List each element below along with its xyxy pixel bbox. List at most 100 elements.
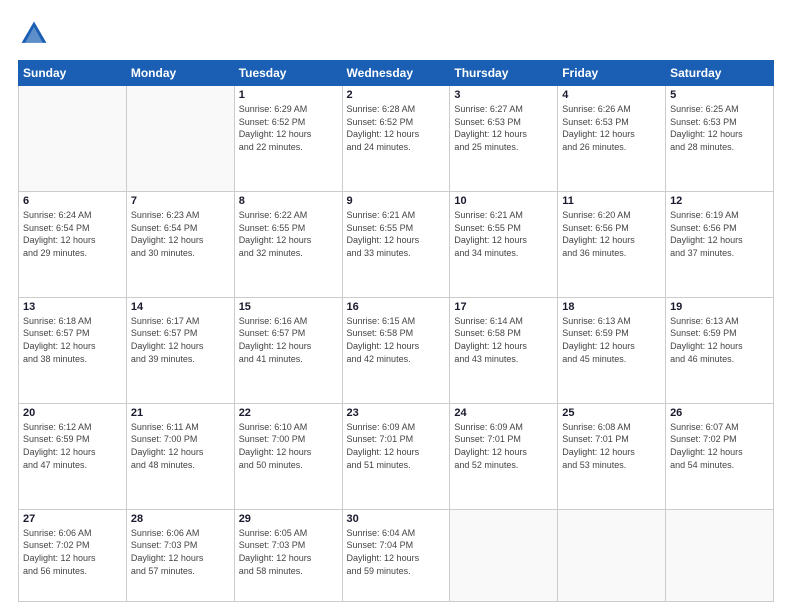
calendar-day-header: Tuesday	[234, 61, 342, 86]
calendar-cell: 9 Sunrise: 6:21 AM Sunset: 6:55 PM Daylig…	[342, 191, 450, 297]
day-info: Sunrise: 6:20 AM Sunset: 6:56 PM Dayligh…	[562, 209, 661, 259]
day-info: Sunrise: 6:23 AM Sunset: 6:54 PM Dayligh…	[131, 209, 230, 259]
day-number: 3	[454, 89, 553, 101]
calendar-cell	[126, 86, 234, 192]
day-info: Sunrise: 6:18 AM Sunset: 6:57 PM Dayligh…	[23, 315, 122, 365]
day-number: 21	[131, 407, 230, 419]
calendar-day-header: Saturday	[666, 61, 774, 86]
day-info: Sunrise: 6:13 AM Sunset: 6:59 PM Dayligh…	[562, 315, 661, 365]
day-number: 12	[670, 195, 769, 207]
day-info: Sunrise: 6:17 AM Sunset: 6:57 PM Dayligh…	[131, 315, 230, 365]
day-info: Sunrise: 6:24 AM Sunset: 6:54 PM Dayligh…	[23, 209, 122, 259]
calendar-cell: 28 Sunrise: 6:06 AM Sunset: 7:03 PM Dayli…	[126, 509, 234, 601]
calendar-cell: 12 Sunrise: 6:19 AM Sunset: 6:56 PM Dayli…	[666, 191, 774, 297]
day-number: 26	[670, 407, 769, 419]
day-number: 18	[562, 301, 661, 313]
calendar-cell	[450, 509, 558, 601]
day-number: 28	[131, 513, 230, 525]
day-info: Sunrise: 6:10 AM Sunset: 7:00 PM Dayligh…	[239, 421, 338, 471]
calendar-cell: 26 Sunrise: 6:07 AM Sunset: 7:02 PM Dayli…	[666, 403, 774, 509]
day-number: 15	[239, 301, 338, 313]
calendar-cell: 7Sunrise: 6:23 AM Sunset: 6:54 PM Daylig…	[126, 191, 234, 297]
day-number: 16	[347, 301, 446, 313]
day-info: Sunrise: 6:07 AM Sunset: 7:02 PM Dayligh…	[670, 421, 769, 471]
calendar-day-header: Wednesday	[342, 61, 450, 86]
day-info: Sunrise: 6:08 AM Sunset: 7:01 PM Dayligh…	[562, 421, 661, 471]
day-info: Sunrise: 6:06 AM Sunset: 7:02 PM Dayligh…	[23, 527, 122, 577]
day-number: 8	[239, 195, 338, 207]
day-number: 11	[562, 195, 661, 207]
day-info: Sunrise: 6:12 AM Sunset: 6:59 PM Dayligh…	[23, 421, 122, 471]
page: SundayMondayTuesdayWednesdayThursdayFrid…	[0, 0, 792, 612]
calendar-cell	[558, 509, 666, 601]
logo-icon	[18, 18, 50, 50]
day-number: 10	[454, 195, 553, 207]
calendar-week-row: 27Sunrise: 6:06 AM Sunset: 7:02 PM Dayli…	[19, 509, 774, 601]
day-info: Sunrise: 6:15 AM Sunset: 6:58 PM Dayligh…	[347, 315, 446, 365]
calendar-cell: 13 Sunrise: 6:18 AM Sunset: 6:57 PM Dayli…	[19, 297, 127, 403]
calendar-day-header: Sunday	[19, 61, 127, 86]
day-info: Sunrise: 6:28 AM Sunset: 6:52 PM Dayligh…	[347, 103, 446, 153]
calendar-cell: 5 Sunrise: 6:25 AM Sunset: 6:53 PM Daylig…	[666, 86, 774, 192]
day-number: 4	[562, 89, 661, 101]
day-number: 13	[23, 301, 122, 313]
calendar-cell: 30Sunrise: 6:04 AM Sunset: 7:04 PM Dayli…	[342, 509, 450, 601]
day-info: Sunrise: 6:19 AM Sunset: 6:56 PM Dayligh…	[670, 209, 769, 259]
calendar-cell: 10 Sunrise: 6:21 AM Sunset: 6:55 PM Dayli…	[450, 191, 558, 297]
calendar-cell: 3 Sunrise: 6:27 AM Sunset: 6:53 PM Daylig…	[450, 86, 558, 192]
logo	[18, 18, 54, 50]
calendar-cell: 19 Sunrise: 6:13 AM Sunset: 6:59 PM Dayli…	[666, 297, 774, 403]
day-number: 6	[23, 195, 122, 207]
day-number: 23	[347, 407, 446, 419]
day-info: Sunrise: 6:22 AM Sunset: 6:55 PM Dayligh…	[239, 209, 338, 259]
day-info: Sunrise: 6:09 AM Sunset: 7:01 PM Dayligh…	[454, 421, 553, 471]
day-number: 25	[562, 407, 661, 419]
day-number: 14	[131, 301, 230, 313]
day-info: Sunrise: 6:05 AM Sunset: 7:03 PM Dayligh…	[239, 527, 338, 577]
calendar-cell: 27Sunrise: 6:06 AM Sunset: 7:02 PM Dayli…	[19, 509, 127, 601]
header	[18, 18, 774, 50]
calendar-week-row: 6 Sunrise: 6:24 AM Sunset: 6:54 PM Daylig…	[19, 191, 774, 297]
day-info: Sunrise: 6:16 AM Sunset: 6:57 PM Dayligh…	[239, 315, 338, 365]
calendar-cell: 14 Sunrise: 6:17 AM Sunset: 6:57 PM Dayli…	[126, 297, 234, 403]
calendar-week-row: 13 Sunrise: 6:18 AM Sunset: 6:57 PM Dayli…	[19, 297, 774, 403]
day-number: 29	[239, 513, 338, 525]
day-info: Sunrise: 6:21 AM Sunset: 6:55 PM Dayligh…	[454, 209, 553, 259]
calendar-cell: 20Sunrise: 6:12 AM Sunset: 6:59 PM Dayli…	[19, 403, 127, 509]
day-number: 17	[454, 301, 553, 313]
calendar-cell: 23 Sunrise: 6:09 AM Sunset: 7:01 PM Dayli…	[342, 403, 450, 509]
day-number: 5	[670, 89, 769, 101]
day-number: 1	[239, 89, 338, 101]
calendar-cell	[666, 509, 774, 601]
calendar-cell: 29 Sunrise: 6:05 AM Sunset: 7:03 PM Dayli…	[234, 509, 342, 601]
day-info: Sunrise: 6:13 AM Sunset: 6:59 PM Dayligh…	[670, 315, 769, 365]
calendar-cell: 11 Sunrise: 6:20 AM Sunset: 6:56 PM Dayli…	[558, 191, 666, 297]
day-info: Sunrise: 6:06 AM Sunset: 7:03 PM Dayligh…	[131, 527, 230, 577]
calendar-cell: 8 Sunrise: 6:22 AM Sunset: 6:55 PM Daylig…	[234, 191, 342, 297]
calendar-table: SundayMondayTuesdayWednesdayThursdayFrid…	[18, 60, 774, 602]
day-number: 9	[347, 195, 446, 207]
day-info: Sunrise: 6:04 AM Sunset: 7:04 PM Dayligh…	[347, 527, 446, 577]
calendar-cell: 4 Sunrise: 6:26 AM Sunset: 6:53 PM Daylig…	[558, 86, 666, 192]
day-number: 24	[454, 407, 553, 419]
calendar-cell: 16 Sunrise: 6:15 AM Sunset: 6:58 PM Dayli…	[342, 297, 450, 403]
day-info: Sunrise: 6:27 AM Sunset: 6:53 PM Dayligh…	[454, 103, 553, 153]
day-number: 19	[670, 301, 769, 313]
calendar-cell	[19, 86, 127, 192]
calendar-cell: 21 Sunrise: 6:11 AM Sunset: 7:00 PM Dayli…	[126, 403, 234, 509]
calendar-cell: 22 Sunrise: 6:10 AM Sunset: 7:00 PM Dayli…	[234, 403, 342, 509]
day-info: Sunrise: 6:29 AM Sunset: 6:52 PM Dayligh…	[239, 103, 338, 153]
calendar-cell: 24 Sunrise: 6:09 AM Sunset: 7:01 PM Dayli…	[450, 403, 558, 509]
calendar-day-header: Friday	[558, 61, 666, 86]
calendar-cell: 1 Sunrise: 6:29 AM Sunset: 6:52 PM Daylig…	[234, 86, 342, 192]
day-info: Sunrise: 6:26 AM Sunset: 6:53 PM Dayligh…	[562, 103, 661, 153]
day-info: Sunrise: 6:11 AM Sunset: 7:00 PM Dayligh…	[131, 421, 230, 471]
calendar-cell: 6 Sunrise: 6:24 AM Sunset: 6:54 PM Daylig…	[19, 191, 127, 297]
day-info: Sunrise: 6:21 AM Sunset: 6:55 PM Dayligh…	[347, 209, 446, 259]
calendar-cell: 15 Sunrise: 6:16 AM Sunset: 6:57 PM Dayli…	[234, 297, 342, 403]
day-info: Sunrise: 6:09 AM Sunset: 7:01 PM Dayligh…	[347, 421, 446, 471]
day-info: Sunrise: 6:25 AM Sunset: 6:53 PM Dayligh…	[670, 103, 769, 153]
calendar-cell: 2Sunrise: 6:28 AM Sunset: 6:52 PM Daylig…	[342, 86, 450, 192]
day-number: 22	[239, 407, 338, 419]
calendar-week-row: 20Sunrise: 6:12 AM Sunset: 6:59 PM Dayli…	[19, 403, 774, 509]
